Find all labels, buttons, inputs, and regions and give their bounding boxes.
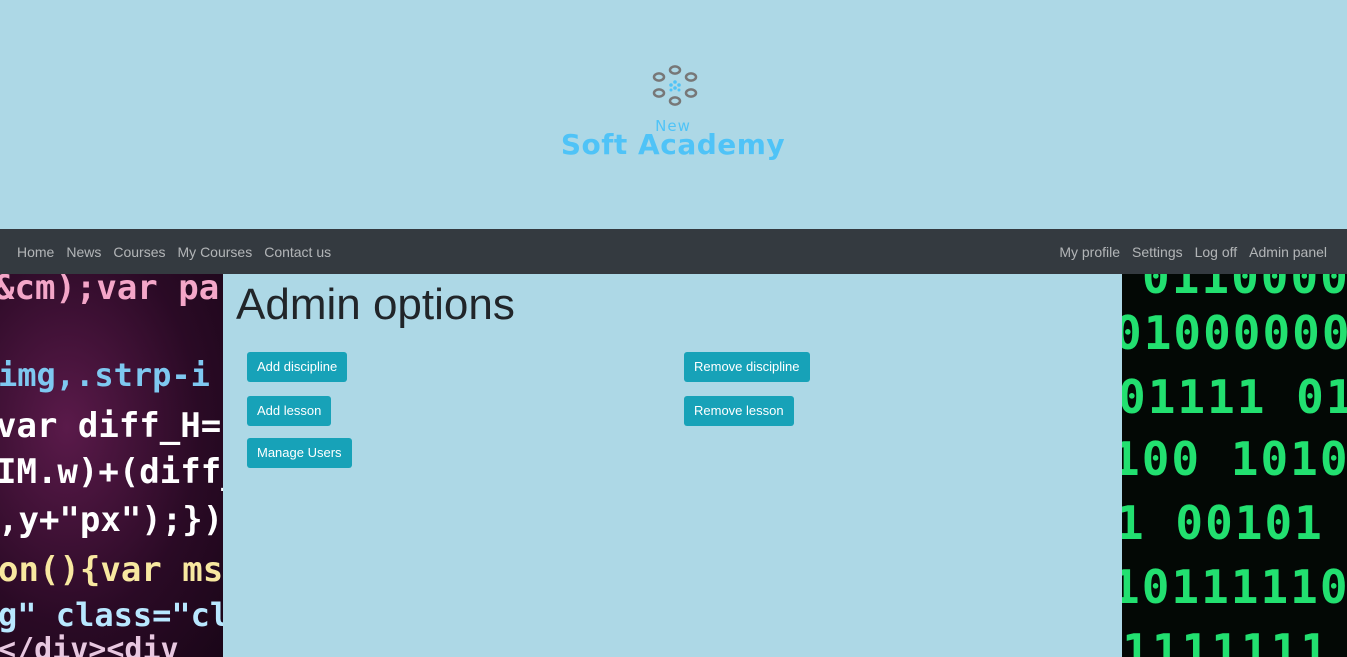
binary-line: 1 00101 [1122,496,1324,550]
binary-line: 01111 01 [1122,370,1347,424]
binary-line: 1111111 [1122,624,1330,657]
nav-log-off[interactable]: Log off [1189,244,1244,260]
nav-admin-panel[interactable]: Admin panel [1243,244,1333,260]
code-line: </div><div [0,632,179,657]
nav-right-group: My profile Settings Log off Admin panel [1053,229,1333,274]
nav-my-profile[interactable]: My profile [1053,244,1126,260]
remove-lesson-button[interactable]: Remove lesson [684,396,794,426]
site-header: New Soft Academy [0,0,1347,229]
binary-line: 10111110 [1122,560,1347,614]
logo-main-text: Soft Academy [560,128,786,161]
top-navbar: Home News Courses My Courses Contact us … [0,229,1347,274]
add-discipline-button[interactable]: Add discipline [247,352,348,382]
main-content: Admin options Add discipline Remove disc… [223,274,1122,657]
nav-home[interactable]: Home [11,244,60,260]
code-line: on(){var msg [0,550,223,590]
nav-left-group: Home News Courses My Courses Contact us [11,229,337,274]
nav-my-courses[interactable]: My Courses [172,244,259,260]
code-line: img,.strp-i [0,356,210,394]
binary-line: 010000000 [1122,306,1347,360]
right-binary-background-image: 01100000 010000000 01111 01 100 1010 1 0… [1122,274,1347,657]
left-code-background-image: &cm);var par img,.strp-i var diff_H=p IM… [0,274,223,657]
nav-settings[interactable]: Settings [1126,244,1189,260]
add-lesson-button[interactable]: Add lesson [247,396,332,426]
code-line: &cm);var par [0,274,223,308]
nav-contact-us[interactable]: Contact us [258,244,337,260]
nav-news[interactable]: News [60,244,107,260]
remove-discipline-button[interactable]: Remove discipline [684,352,810,382]
code-line: g" class="cl [0,596,223,634]
site-logo[interactable]: New Soft Academy [538,64,808,164]
nav-courses[interactable]: Courses [107,244,171,260]
logo-icon [652,65,698,106]
code-line: IM.w)+(diff_ [0,452,223,492]
binary-line: 01100000 [1142,274,1347,304]
code-line: ,y+"px");}); [0,500,223,540]
page-title: Admin options [236,280,515,329]
manage-users-button[interactable]: Manage Users [247,438,352,468]
code-line: var diff_H=p [0,406,223,446]
binary-line: 100 1010 [1122,432,1347,486]
